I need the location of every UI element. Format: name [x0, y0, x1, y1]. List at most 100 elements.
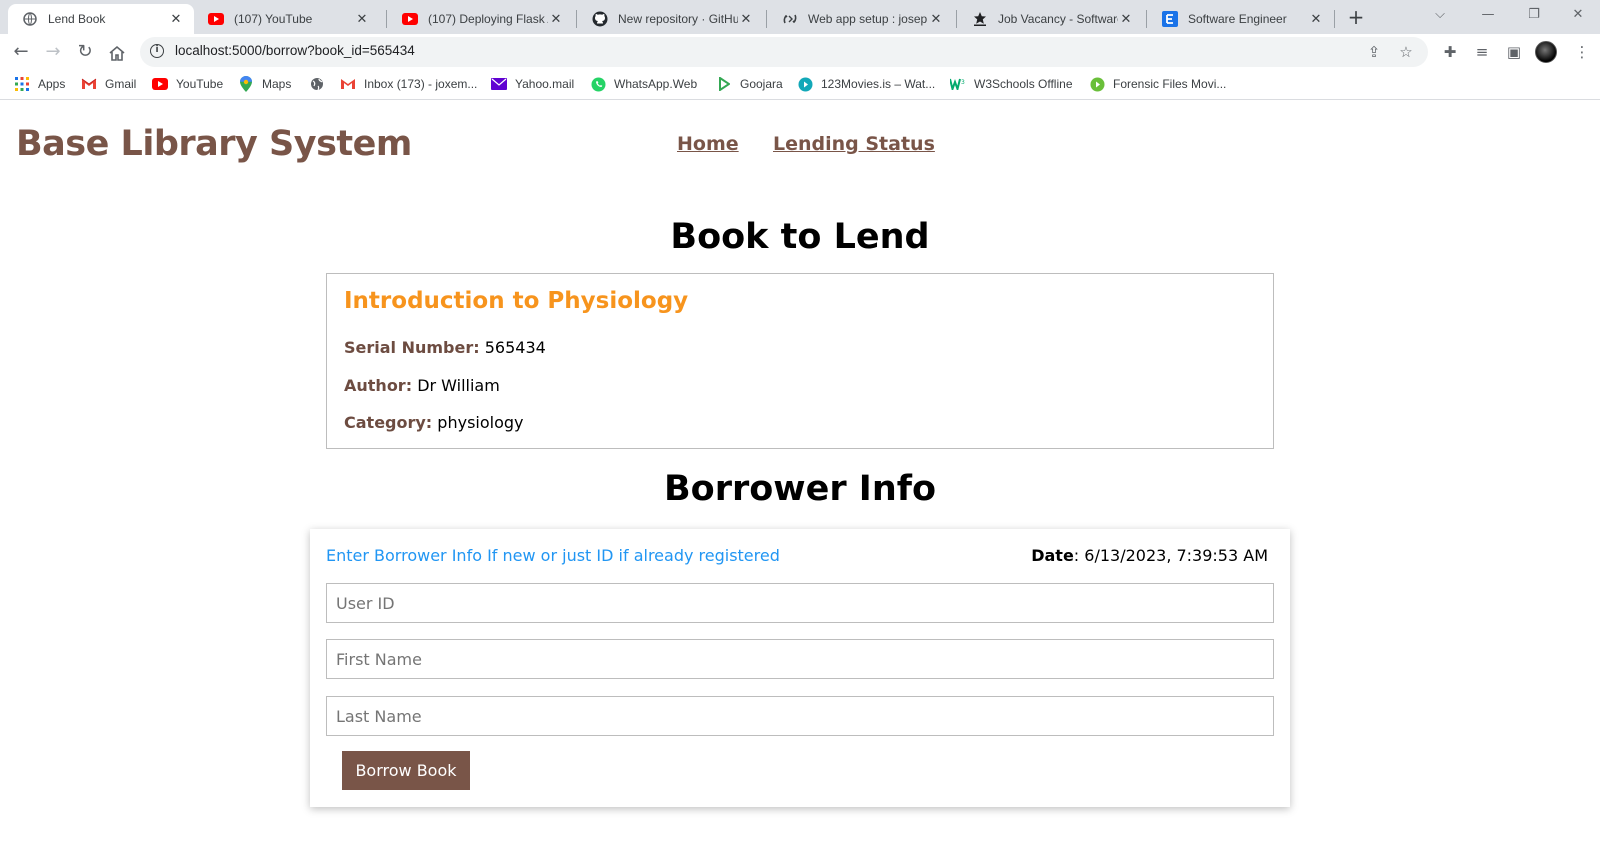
borrow-book-button[interactable]: Borrow Book	[342, 751, 470, 790]
tab-youtube[interactable]: (107) YouTube ✕	[194, 4, 380, 34]
tab-lend-book[interactable]: Lend Book ✕	[8, 4, 194, 34]
address-bar[interactable]: i localhost:5000/borrow?book_id=565434 ⇪…	[140, 37, 1428, 67]
borrower-info-heading: Borrower Info	[663, 469, 937, 509]
media-control-icon[interactable]: ≡	[1470, 40, 1494, 64]
globe-icon	[309, 76, 325, 92]
bookmark-maps[interactable]: Maps	[238, 76, 291, 92]
tab-label: Software Engineer	[1188, 12, 1287, 26]
user-id-input[interactable]	[326, 583, 1274, 623]
youtube-icon	[208, 11, 224, 27]
tab-label: Web app setup : joseph	[808, 12, 928, 26]
side-panel-icon[interactable]: ▣	[1502, 40, 1526, 64]
tab-label: New repository · GitHub	[618, 12, 738, 26]
w3schools-icon: 3	[950, 76, 966, 92]
tab-replit[interactable]: Web app setup : joseph ✕	[768, 4, 954, 34]
site-title: Base Library System	[16, 124, 412, 164]
bookmark-inbox[interactable]: Inbox (173) - joxem...	[340, 76, 477, 92]
tab-search-chevron-icon[interactable]: ⌵	[1420, 4, 1460, 28]
bookmark-123movies[interactable]: 123Movies.is – Wat...	[797, 76, 935, 92]
current-date: Date: 6/13/2023, 7:39:53 AM	[1031, 546, 1268, 565]
bookmark-label: Forensic Files Movi...	[1113, 77, 1227, 91]
first-name-input[interactable]	[326, 639, 1274, 679]
forward-arrow-icon[interactable]: →	[40, 40, 66, 66]
nav-link-lending-status[interactable]: Lending Status	[773, 133, 935, 155]
bookmark-label: Gmail	[105, 77, 137, 91]
reload-icon[interactable]: ↻	[72, 40, 98, 66]
tab-separator	[766, 10, 767, 28]
star-person-icon	[972, 11, 988, 27]
tab-github[interactable]: New repository · GitHub ✕	[578, 4, 764, 34]
tab-separator	[1334, 10, 1335, 28]
tab-job-vacancy[interactable]: Job Vacancy - Software ✕	[958, 4, 1144, 34]
bookmark-goojara[interactable]: Goojara	[716, 76, 783, 92]
borrower-form: Enter Borrower Info If new or just ID if…	[310, 529, 1290, 807]
close-icon[interactable]: ✕	[928, 11, 944, 27]
home-icon[interactable]	[104, 40, 130, 66]
bookmark-label: W3Schools Offline	[974, 77, 1073, 91]
bookmark-w3schools[interactable]: 3 W3Schools Offline	[950, 76, 1073, 92]
category-row: Category: physiology	[344, 413, 524, 432]
browser-tab-strip: Lend Book ✕ (107) YouTube ✕ (107) Deploy…	[0, 0, 1600, 34]
book-title: Introduction to Physiology	[344, 288, 689, 314]
restore-button[interactable]: ❐	[1514, 4, 1554, 28]
whatsapp-icon	[590, 76, 606, 92]
category-label: Category:	[344, 413, 433, 432]
close-icon[interactable]: ✕	[738, 11, 754, 27]
tab-label: (107) Deploying Flask A	[428, 12, 548, 26]
extensions-puzzle-icon[interactable]: ✚	[1438, 40, 1462, 64]
bookmark-youtube[interactable]: YouTube	[152, 76, 223, 92]
github-icon	[592, 11, 608, 27]
globe-icon	[22, 11, 38, 27]
back-arrow-icon[interactable]: ←	[8, 40, 34, 66]
url-text[interactable]: localhost:5000/borrow?book_id=565434	[175, 43, 415, 58]
bookmark-globe[interactable]	[309, 76, 333, 92]
tab-separator	[576, 10, 577, 28]
category-value: physiology	[437, 413, 524, 432]
minimize-button[interactable]: —	[1468, 4, 1508, 28]
tab-separator	[386, 10, 387, 28]
tab-separator	[1146, 10, 1147, 28]
gmail-icon	[340, 76, 356, 92]
book-details-card: Introduction to Physiology Serial Number…	[326, 273, 1274, 449]
close-icon[interactable]: ✕	[548, 11, 564, 27]
bookmark-whatsapp[interactable]: WhatsApp.Web	[590, 76, 697, 92]
bookmark-apps[interactable]: Apps	[14, 76, 65, 92]
bookmark-yahoo-mail[interactable]: Yahoo.mail	[491, 76, 574, 92]
bookmark-forensic-files[interactable]: Forensic Files Movi...	[1089, 76, 1226, 92]
maps-pin-icon	[238, 76, 254, 92]
bookmark-label: Yahoo.mail	[515, 77, 575, 91]
window-close-button[interactable]: ✕	[1558, 4, 1598, 28]
tab-software-engineer[interactable]: Software Engineer ✕	[1148, 4, 1334, 34]
site-info-icon[interactable]: i	[150, 44, 164, 58]
youtube-icon	[152, 76, 168, 92]
author-label: Author:	[344, 376, 413, 395]
nav-link-home[interactable]: Home	[677, 133, 739, 155]
close-icon[interactable]: ✕	[1308, 11, 1324, 27]
bookmarks-bar: Apps Gmail YouTube Maps Inbox (173) - jo…	[0, 70, 1600, 100]
more-menu-icon[interactable]: ⋮	[1570, 40, 1594, 64]
last-name-input[interactable]	[326, 696, 1274, 736]
yahoo-mail-icon	[491, 76, 507, 92]
gmail-icon	[81, 76, 97, 92]
share-icon[interactable]: ⇪	[1364, 42, 1384, 62]
tab-separator	[956, 10, 957, 28]
bookmark-gmail[interactable]: Gmail	[81, 76, 136, 92]
book-to-lend-heading: Book to Lend	[670, 217, 930, 257]
profile-avatar[interactable]	[1535, 41, 1557, 63]
tab-label: Lend Book	[48, 12, 106, 26]
close-icon[interactable]: ✕	[168, 11, 184, 27]
new-tab-button[interactable]: +	[1342, 4, 1370, 32]
date-label: Date	[1031, 546, 1074, 565]
bookmark-label: Inbox (173) - joxem...	[364, 77, 478, 91]
e-logo-icon	[1162, 11, 1178, 27]
bookmark-star-icon[interactable]: ☆	[1396, 42, 1416, 62]
bookmark-label: WhatsApp.Web	[614, 77, 698, 91]
tab-deploying-flask[interactable]: (107) Deploying Flask A ✕	[388, 4, 574, 34]
date-value: : 6/13/2023, 7:39:53 AM	[1073, 546, 1268, 565]
close-icon[interactable]: ✕	[354, 11, 370, 27]
serial-number-row: Serial Number: 565434	[344, 338, 546, 357]
borrower-hint-text: Enter Borrower Info If new or just ID if…	[326, 546, 780, 565]
youtube-icon	[402, 11, 418, 27]
close-icon[interactable]: ✕	[1118, 11, 1134, 27]
play-circle-icon	[797, 76, 813, 92]
